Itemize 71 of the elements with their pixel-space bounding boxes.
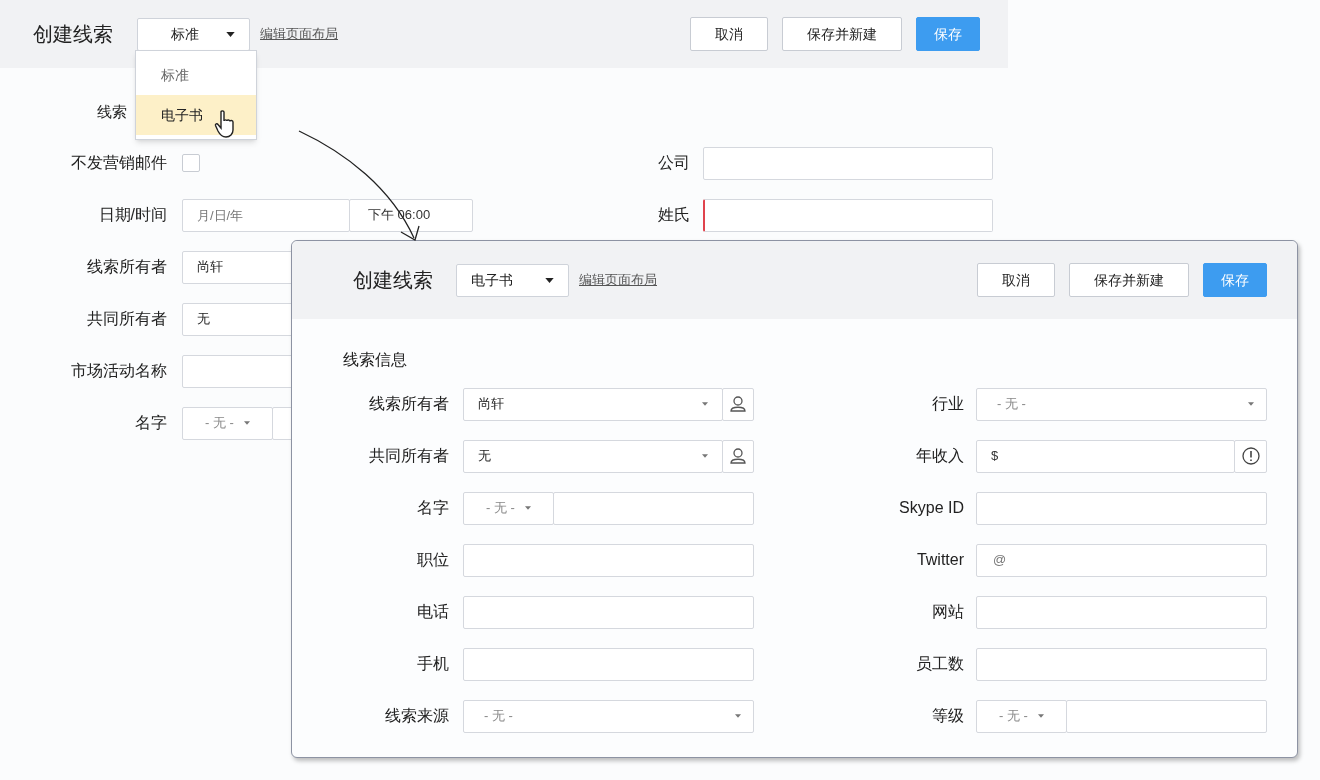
person-lookup-button[interactable] bbox=[722, 387, 754, 421]
field-label: 电话 bbox=[416, 602, 449, 622]
secondary-button[interactable]: 保存并新建 bbox=[1069, 263, 1189, 297]
secondary-button[interactable]: 取消 bbox=[690, 17, 768, 51]
field-label: 共同所有者 bbox=[86, 309, 167, 329]
checkbox[interactable] bbox=[182, 154, 200, 172]
caret-icon bbox=[735, 714, 741, 718]
field-label: 等级 bbox=[931, 706, 964, 726]
field-label: 不发营销邮件 bbox=[70, 153, 167, 173]
secondary-button[interactable]: 取消 bbox=[977, 263, 1055, 297]
layout-select[interactable]: 标准 bbox=[137, 17, 250, 51]
input-field[interactable] bbox=[703, 198, 993, 232]
person-icon bbox=[729, 395, 747, 413]
input-field[interactable] bbox=[976, 491, 1267, 525]
field-label: Twitter bbox=[915, 550, 964, 570]
field-label: 名字 bbox=[134, 413, 167, 433]
input-field[interactable] bbox=[463, 595, 754, 629]
edit-layout-link[interactable]: 编辑页面布局 bbox=[260, 24, 338, 44]
input-field[interactable] bbox=[553, 491, 754, 525]
field-label: 职位 bbox=[416, 550, 449, 570]
edit-layout-link[interactable]: 编辑页面布局 bbox=[579, 270, 657, 290]
date-field[interactable]: 月/日/年 bbox=[182, 198, 350, 232]
form-title: 创建线索 bbox=[33, 22, 113, 47]
caret-icon bbox=[226, 31, 235, 37]
owner-select[interactable]: 无 bbox=[463, 439, 723, 473]
field-label: 共同所有者 bbox=[368, 446, 449, 466]
field-label: Skype ID bbox=[898, 498, 964, 518]
caret-icon bbox=[702, 454, 708, 458]
field-label: 日期/时间 bbox=[97, 205, 167, 225]
owner-select[interactable]: 尚轩 bbox=[463, 387, 723, 421]
caret-icon bbox=[1248, 402, 1254, 406]
field-label: 年收入 bbox=[915, 446, 964, 466]
input-field[interactable] bbox=[976, 647, 1267, 681]
field-label: 手机 bbox=[416, 654, 449, 674]
person-lookup-button[interactable] bbox=[722, 439, 754, 473]
caret-icon bbox=[545, 277, 554, 283]
info-button[interactable] bbox=[1234, 439, 1267, 473]
field-label: 网站 bbox=[931, 602, 964, 622]
salutation-select[interactable]: - 无 - bbox=[182, 406, 273, 440]
field-label: 名字 bbox=[416, 498, 449, 518]
caret-icon bbox=[702, 402, 708, 406]
person-icon bbox=[729, 447, 747, 465]
input-field[interactable] bbox=[703, 146, 993, 180]
currency-field[interactable]: $ bbox=[976, 439, 1235, 473]
info-icon bbox=[1241, 447, 1260, 465]
select-field[interactable]: - 无 - bbox=[976, 387, 1267, 421]
input-field[interactable] bbox=[463, 543, 754, 577]
twitter-field[interactable]: @ bbox=[976, 543, 1267, 577]
field-label: 线索所有者 bbox=[368, 394, 449, 414]
section-title: 线索 bbox=[97, 101, 127, 122]
caret-icon bbox=[524, 506, 531, 510]
menu-item[interactable]: 标准 bbox=[136, 55, 256, 95]
input-field[interactable] bbox=[976, 595, 1267, 629]
layout-select[interactable]: 电子书 bbox=[456, 263, 569, 297]
secondary-button[interactable]: 保存并新建 bbox=[782, 17, 902, 51]
select-field[interactable]: - 无 - bbox=[463, 699, 754, 733]
form-title: 创建线索 bbox=[353, 268, 433, 293]
caret-icon bbox=[1037, 714, 1044, 718]
field-label: 姓氏 bbox=[657, 205, 690, 225]
field-label: 员工数 bbox=[915, 654, 964, 674]
field-label: 公司 bbox=[657, 153, 690, 173]
input-field[interactable] bbox=[463, 647, 754, 681]
caret-icon bbox=[243, 421, 250, 425]
input-field[interactable] bbox=[1066, 699, 1267, 733]
field-label: 市场活动名称 bbox=[70, 361, 167, 381]
field-label: 线索来源 bbox=[384, 706, 449, 726]
field-label: 线索所有者 bbox=[86, 257, 167, 277]
section-title: 线索信息 bbox=[343, 350, 407, 370]
field-label: 行业 bbox=[931, 394, 964, 414]
salutation-select[interactable]: - 无 - bbox=[463, 491, 554, 525]
salutation-select[interactable]: - 无 - bbox=[976, 699, 1067, 733]
